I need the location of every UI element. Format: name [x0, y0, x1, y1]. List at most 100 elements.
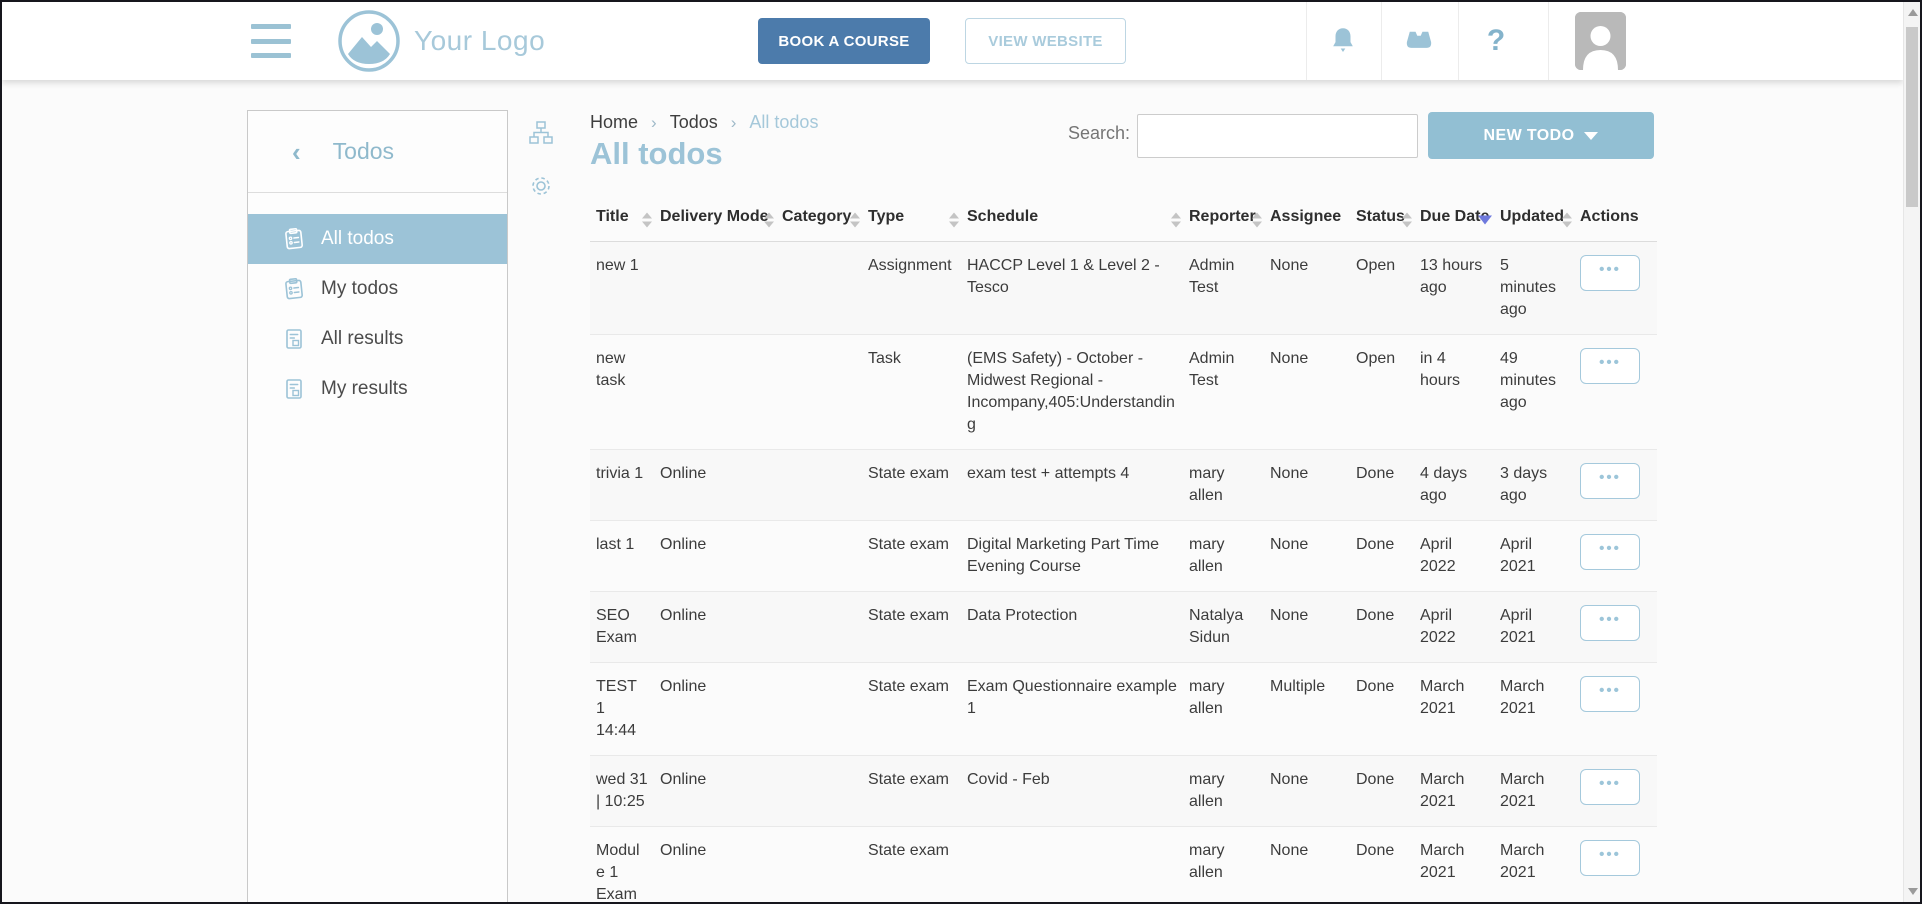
sort-arrows-icon — [1252, 212, 1262, 227]
scrollbar-thumb[interactable] — [1906, 27, 1918, 207]
table-cell: State exam — [868, 592, 967, 663]
table-cell: 3 days ago — [1500, 450, 1580, 521]
column-header-status[interactable]: Status — [1356, 198, 1420, 242]
breadcrumb-item-todos[interactable]: Todos — [670, 112, 718, 133]
table-cell — [782, 521, 868, 592]
row-actions-button[interactable]: ••• — [1580, 605, 1640, 641]
column-header-schedule[interactable]: Schedule — [967, 198, 1189, 242]
table-cell — [660, 242, 782, 335]
table-cell: Digital Marketing Part Time Evening Cour… — [967, 521, 1189, 592]
todos-table: TitleDelivery Mode CategoryType ScheduleRe… — [590, 198, 1657, 904]
table-cell: March 2021 — [1500, 756, 1580, 827]
table-row: Module 1 ExamOnlineState exammary allenN… — [590, 827, 1657, 904]
help-icon[interactable]: ? — [1466, 2, 1526, 80]
table-cell-actions: ••• — [1580, 827, 1657, 904]
table-cell: State exam — [868, 521, 967, 592]
column-header-type[interactable]: Type — [868, 198, 967, 242]
table-header-row: TitleDelivery Mode CategoryType ScheduleRe… — [590, 198, 1657, 242]
row-actions-button[interactable]: ••• — [1580, 840, 1640, 876]
sort-arrows-icon — [1171, 212, 1181, 227]
table-cell: None — [1270, 756, 1356, 827]
table-cell — [782, 756, 868, 827]
sort-arrows-icon — [764, 212, 774, 227]
table-cell — [967, 827, 1189, 904]
breadcrumb-item-all-todos[interactable]: All todos — [749, 112, 818, 133]
sidebar-item-my-todos[interactable]: My todos — [248, 264, 507, 314]
column-header-updated[interactable]: Updated — [1500, 198, 1580, 242]
sidebar-item-my-results[interactable]: My results — [248, 364, 507, 414]
table-cell-actions: ••• — [1580, 663, 1657, 756]
sidebar-header: ‹ Todos — [248, 111, 507, 193]
column-header-title[interactable]: Title — [590, 198, 660, 242]
table-cell: Admin Test — [1189, 335, 1270, 450]
table-row: trivia 1OnlineState examexam test + atte… — [590, 450, 1657, 521]
table-cell: None — [1270, 592, 1356, 663]
user-avatar[interactable] — [1575, 12, 1626, 70]
column-header-category[interactable]: Category — [782, 198, 868, 242]
scroll-down-icon[interactable] — [1908, 888, 1918, 895]
chevron-down-icon — [1584, 132, 1598, 140]
table-cell: March 2021 — [1500, 663, 1580, 756]
sidebar-item-label: All results — [321, 328, 403, 350]
settings-gear-icon[interactable] — [525, 173, 557, 201]
column-header-reporter[interactable]: Reporter — [1189, 198, 1270, 242]
book-a-course-button[interactable]: BOOK A COURSE — [758, 18, 930, 64]
logo-text: Your Logo — [414, 8, 545, 74]
inbox-tray-icon[interactable] — [1389, 2, 1449, 80]
sidebar-item-all-results[interactable]: All results — [248, 314, 507, 364]
table-cell: Done — [1356, 450, 1420, 521]
table-cell: HACCP Level 1 & Level 2 - Tesco — [967, 242, 1189, 335]
search-label: Search: — [1068, 123, 1130, 144]
page-title: All todos — [590, 136, 723, 172]
view-website-button[interactable]: VIEW WEBSITE — [965, 18, 1126, 64]
sidebar-tools — [525, 120, 557, 201]
sidebar-title: Todos — [333, 138, 394, 165]
table-cell-actions: ••• — [1580, 242, 1657, 335]
table-cell: Done — [1356, 663, 1420, 756]
table-cell: None — [1270, 827, 1356, 904]
column-header-due-date[interactable]: Due Date — [1420, 198, 1500, 242]
row-actions-button[interactable]: ••• — [1580, 463, 1640, 499]
table-cell: in 4 hours — [1420, 335, 1500, 450]
new-todo-button[interactable]: NEW TODO — [1428, 112, 1654, 159]
sitemap-icon[interactable] — [525, 120, 557, 148]
table-cell — [782, 663, 868, 756]
table-cell: Admin Test — [1189, 242, 1270, 335]
search-input[interactable] — [1137, 114, 1418, 158]
table-cell: last 1 — [590, 521, 660, 592]
table-cell: trivia 1 — [590, 450, 660, 521]
results-icon — [282, 327, 306, 351]
column-label: Type — [868, 208, 904, 225]
hamburger-menu-icon[interactable] — [251, 24, 291, 58]
row-actions-button[interactable]: ••• — [1580, 534, 1640, 570]
table-cell: Online — [660, 592, 782, 663]
scroll-up-icon[interactable] — [1908, 9, 1918, 16]
notifications-bell-icon[interactable] — [1313, 2, 1373, 80]
column-label: Delivery Mode — [660, 208, 768, 225]
breadcrumb-item-home[interactable]: Home — [590, 112, 638, 133]
sidebar-item-all-todos[interactable]: All todos — [248, 214, 507, 264]
table-cell: Multiple — [1270, 663, 1356, 756]
table-cell: mary allen — [1189, 663, 1270, 756]
sidebar: ‹ Todos All todos My todos All results M… — [247, 110, 508, 904]
table-cell: SEO Exam — [590, 592, 660, 663]
column-header-assignee: Assignee — [1270, 198, 1356, 242]
vertical-scrollbar[interactable] — [1903, 2, 1920, 902]
logo[interactable]: Your Logo — [336, 8, 545, 74]
table-cell: State exam — [868, 756, 967, 827]
table-row: wed 31 | 10:25OnlineState examCovid - Fe… — [590, 756, 1657, 827]
table-cell: mary allen — [1189, 521, 1270, 592]
sidebar-back-chevron-icon[interactable]: ‹ — [292, 139, 301, 165]
table-cell: April 2022 — [1420, 521, 1500, 592]
breadcrumb: Home›Todos›All todos — [590, 112, 818, 133]
row-actions-button[interactable]: ••• — [1580, 676, 1640, 712]
row-actions-button[interactable]: ••• — [1580, 769, 1640, 805]
sidebar-item-label: All todos — [321, 228, 394, 250]
row-actions-button[interactable]: ••• — [1580, 348, 1640, 384]
column-header-delivery-mode[interactable]: Delivery Mode — [660, 198, 782, 242]
sidebar-spacer — [248, 193, 507, 214]
table-cell: March 2021 — [1420, 756, 1500, 827]
table-cell: mary allen — [1189, 756, 1270, 827]
row-actions-button[interactable]: ••• — [1580, 255, 1640, 291]
table-cell-actions: ••• — [1580, 521, 1657, 592]
